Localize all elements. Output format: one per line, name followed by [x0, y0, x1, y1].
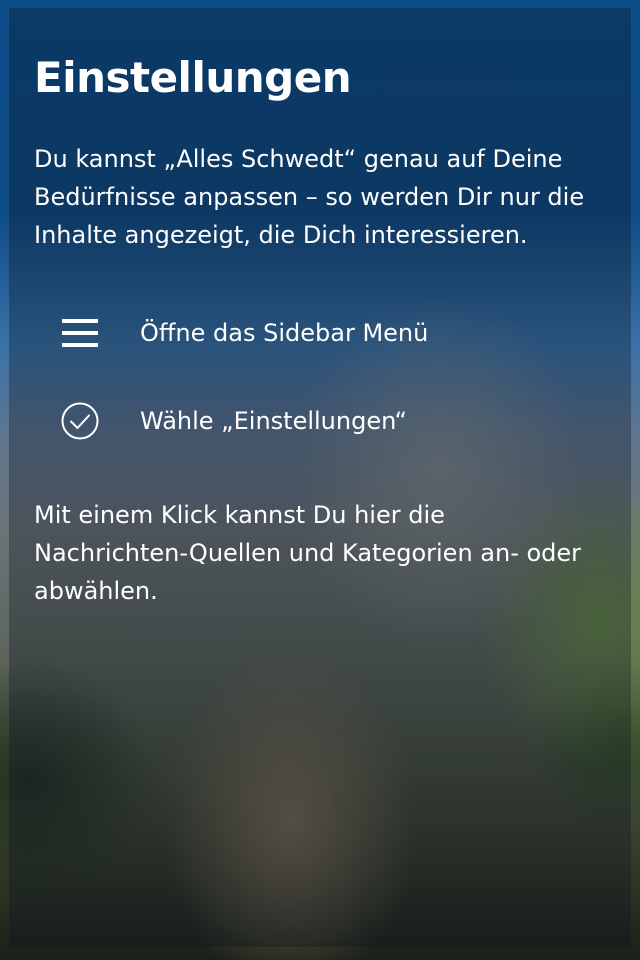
outro-text: Mit einem Klick kannst Du hier die Nachr… [34, 501, 582, 605]
settings-intro-screen: Einstellungen Du kannst „Alles Schwedt“ … [0, 0, 640, 960]
step-label-open-sidebar: Öffne das Sidebar Menü [140, 319, 429, 347]
step-label-choose-settings: Wähle „Einstellungen“ [140, 407, 407, 435]
page-title: Einstellungen [34, 53, 352, 102]
menu-icon [60, 313, 100, 353]
intro-text: Du kannst „Alles Schwedt“ genau auf Dein… [34, 145, 585, 249]
overlay-content: Einstellungen Du kannst „Alles Schwedt“ … [0, 0, 640, 960]
step-open-sidebar: Öffne das Sidebar Menü [60, 311, 620, 355]
check-circle-icon [60, 401, 100, 441]
step-choose-settings: Wähle „Einstellungen“ [60, 399, 620, 443]
